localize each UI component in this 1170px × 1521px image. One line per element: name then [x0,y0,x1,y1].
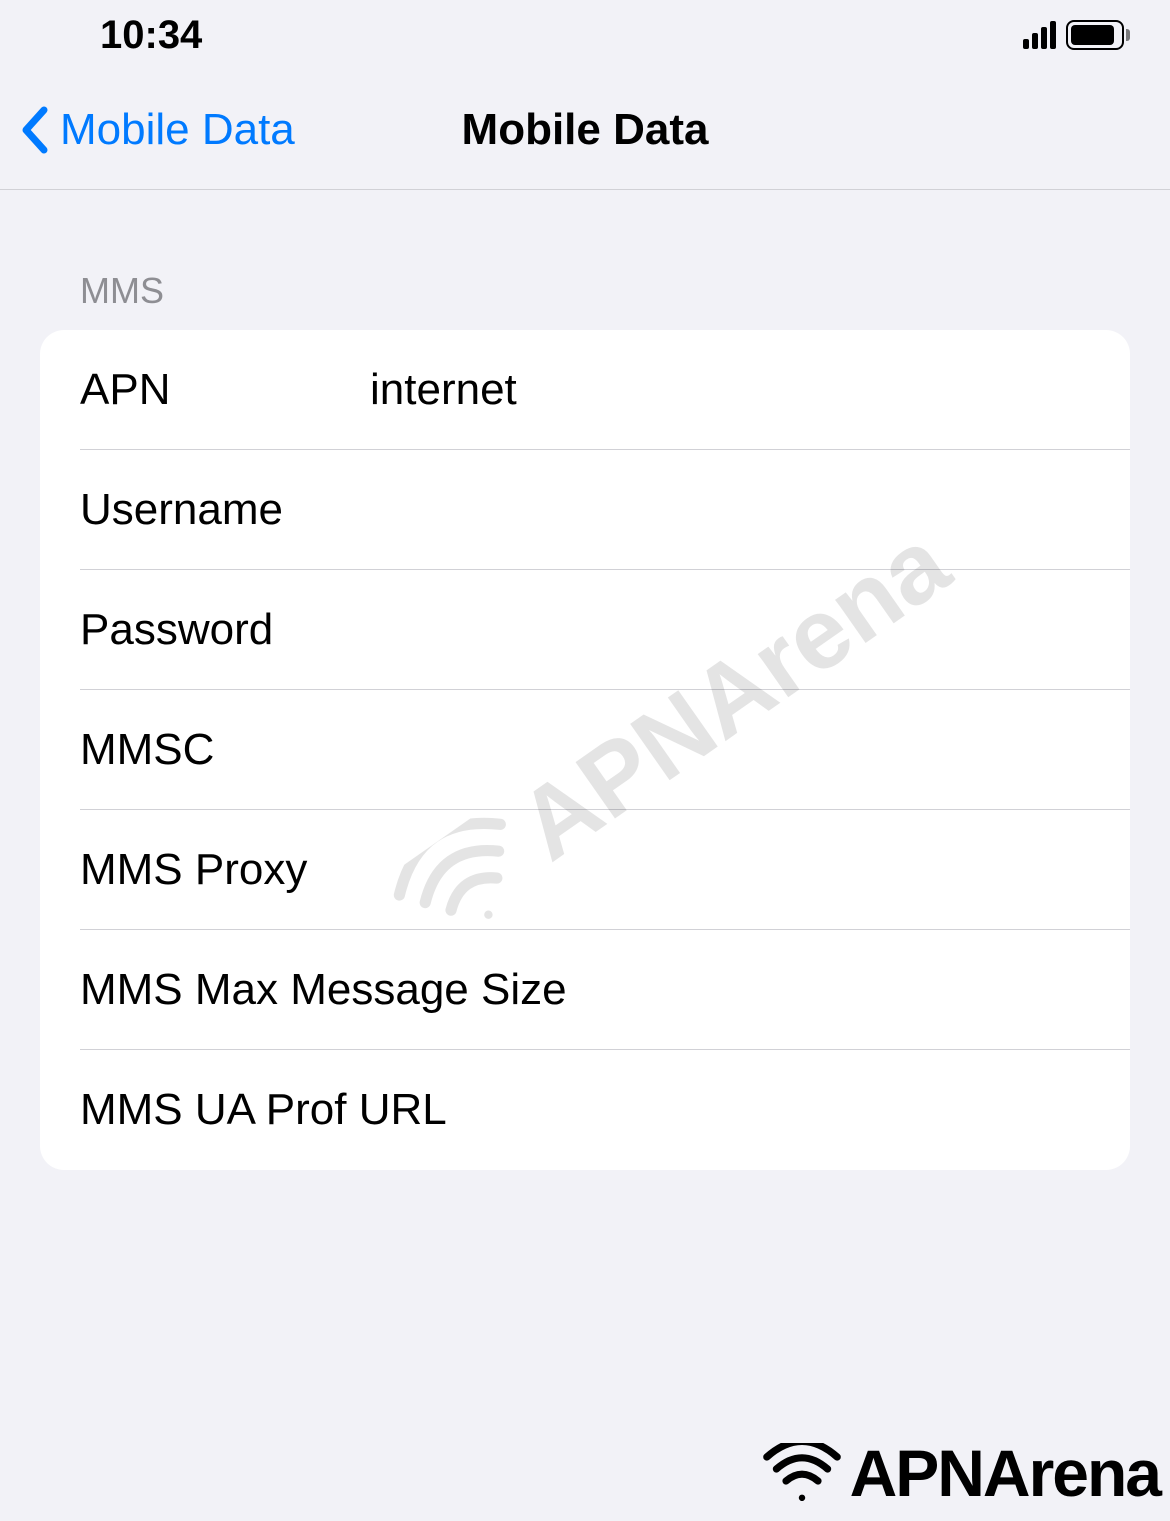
mms-max-size-row[interactable]: MMS Max Message Size [40,930,1130,1050]
password-input[interactable] [370,605,1090,655]
username-input[interactable] [370,485,1090,535]
wifi-icon [762,1443,842,1503]
back-button[interactable]: Mobile Data [20,105,295,155]
password-row[interactable]: Password [40,570,1130,690]
mms-proxy-row[interactable]: MMS Proxy [40,810,1130,930]
navigation-header: Mobile Data Mobile Data [0,70,1170,190]
watermark-bottom-text: APNArena [850,1435,1160,1511]
mmsc-label: MMSC [80,725,370,775]
apn-input[interactable] [370,365,1090,415]
chevron-left-icon [20,106,48,154]
mms-ua-prof-row[interactable]: MMS UA Prof URL [40,1050,1130,1170]
mms-settings-group: APN Username Password MMSC MMS Proxy MMS… [40,330,1130,1170]
apn-row[interactable]: APN [40,330,1130,450]
mmsc-input[interactable] [370,725,1090,775]
page-title: Mobile Data [462,105,709,155]
status-indicators [1023,20,1130,50]
username-row[interactable]: Username [40,450,1130,570]
apn-label: APN [80,365,370,415]
mms-max-size-label: MMS Max Message Size [80,965,1090,1015]
username-label: Username [80,485,370,535]
back-button-label: Mobile Data [60,105,295,155]
section-header-mms: MMS [40,190,1130,330]
mmsc-row[interactable]: MMSC [40,690,1130,810]
status-time: 10:34 [100,13,202,58]
watermark-bottom: APNArena [762,1435,1160,1511]
password-label: Password [80,605,370,655]
status-bar: 10:34 [0,0,1170,70]
battery-icon [1066,20,1130,50]
mms-proxy-input[interactable] [370,845,1090,895]
mms-ua-prof-label: MMS UA Prof URL [80,1085,1090,1135]
mms-proxy-label: MMS Proxy [80,845,370,895]
cellular-signal-icon [1023,21,1056,49]
